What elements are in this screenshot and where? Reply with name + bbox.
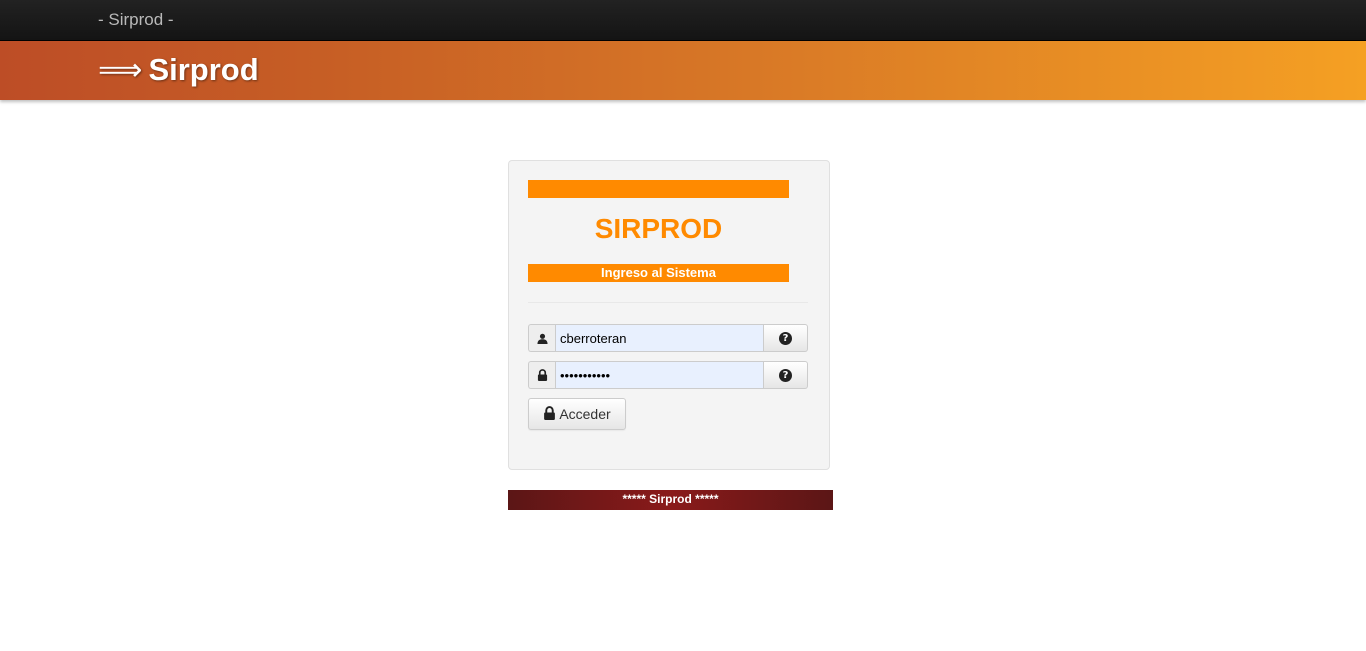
- lock-icon: [528, 361, 555, 389]
- login-subtitle: Ingreso al Sistema: [528, 264, 789, 282]
- password-input[interactable]: [555, 361, 764, 389]
- question-circle-icon: ?: [779, 331, 792, 345]
- page-title-text: Sirprod: [148, 52, 259, 87]
- username-help-button[interactable]: ?: [764, 324, 808, 352]
- logo-text: SIRPROD: [594, 213, 723, 244]
- login-panel: SIRPROD Ingreso al Sistema ? ?: [508, 160, 830, 470]
- username-input[interactable]: [555, 324, 764, 352]
- decorative-top-bar: [528, 180, 789, 198]
- top-navbar: - Sirprod -: [0, 0, 1366, 41]
- page-title: ⟹ Sirprod: [98, 52, 259, 88]
- question-circle-icon: ?: [779, 368, 792, 382]
- username-group: ?: [528, 324, 808, 352]
- acceder-button-label: Acceder: [559, 406, 611, 422]
- user-icon: [528, 324, 555, 352]
- password-help-button[interactable]: ?: [764, 361, 808, 389]
- lock-icon: [543, 405, 559, 423]
- header-banner: ⟹ Sirprod: [0, 41, 1366, 100]
- divider: [528, 302, 808, 303]
- arrow-right-icon: ⟹: [98, 52, 143, 87]
- navbar-brand[interactable]: - Sirprod -: [98, 10, 174, 30]
- footer-bar: ***** Sirprod *****: [508, 490, 833, 510]
- acceder-button[interactable]: Acceder: [528, 398, 626, 430]
- password-group: ?: [528, 361, 808, 389]
